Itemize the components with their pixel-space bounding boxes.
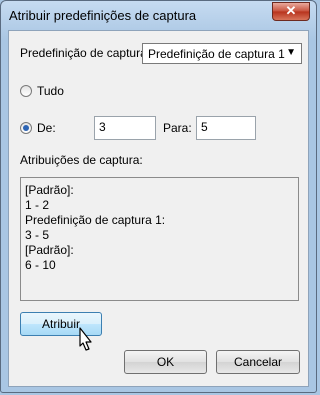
close-icon: ✕: [285, 3, 297, 18]
to-label: Para:: [163, 121, 192, 135]
mouse-pointer-icon: [79, 327, 92, 351]
assignments-label: Atribuições de captura:: [20, 153, 143, 167]
radio-all[interactable]: [20, 85, 32, 97]
list-item: 6 - 10: [25, 258, 56, 272]
list-item: 1 - 2: [25, 198, 50, 212]
chevron-down-icon: ▼: [286, 47, 296, 58]
radio-from-label: De:: [37, 121, 56, 135]
list-item: [Padrão]:: [25, 243, 74, 257]
from-input[interactable]: 3: [94, 116, 156, 140]
dialog-body: Predefinição de captura: Predefinição de…: [8, 30, 309, 387]
list-item: [Padrão]:: [25, 183, 74, 197]
preset-selected-value: Predefinição de captura 1: [148, 47, 285, 61]
ok-button[interactable]: OK: [124, 350, 207, 374]
preset-label: Predefinição de captura:: [20, 46, 151, 60]
radio-from[interactable]: [20, 122, 32, 134]
dialog-window: Atribuir predefinições de captura ✕ Pred…: [0, 0, 317, 393]
assignments-list[interactable]: [Padrão]: 1 - 2 Predefinição de captura …: [20, 177, 299, 301]
cancel-button[interactable]: Cancelar: [216, 350, 300, 374]
title-bar: Atribuir predefinições de captura ✕: [1, 1, 316, 29]
preset-dropdown[interactable]: Predefinição de captura 1 ▼: [142, 43, 302, 64]
list-item: Predefinição de captura 1:: [25, 213, 166, 227]
window-title: Atribuir predefinições de captura: [9, 8, 197, 23]
radio-all-label: Tudo: [37, 84, 64, 98]
close-button[interactable]: ✕: [272, 2, 310, 21]
to-input[interactable]: 5: [196, 116, 256, 140]
list-item: 3 - 5: [25, 228, 50, 242]
